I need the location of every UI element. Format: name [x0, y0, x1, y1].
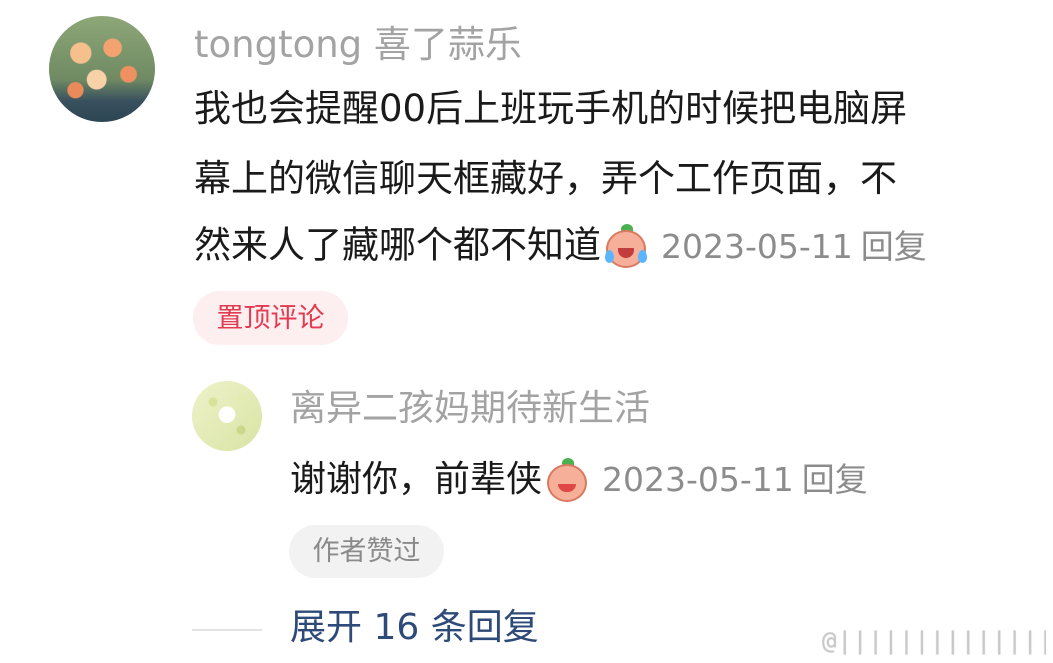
commenter-avatar[interactable]: [49, 16, 155, 122]
comment-date: 2023-05-11: [661, 226, 853, 266]
expand-replies-link[interactable]: 展开 16 条回复: [290, 610, 539, 646]
comment-text-line-1: 我也会提醒00后上班玩手机的时候把电脑屏: [194, 87, 908, 130]
comment-reply-button[interactable]: 回复: [861, 227, 927, 266]
comment-text-line-3-text: 然来人了藏哪个都不知道: [194, 223, 601, 267]
reply-reply-button[interactable]: 回复: [802, 460, 868, 499]
replier-avatar[interactable]: [192, 381, 262, 451]
author-liked-badge: 作者赞过: [289, 525, 444, 578]
replier-username[interactable]: 离异二孩妈期待新生活: [290, 391, 650, 427]
comment-text-line-3: 然来人了藏哪个都不知道 2023-05-11 回复: [194, 224, 927, 270]
laughing-crying-peach-emoji-icon: [603, 224, 649, 270]
reply-text-body: 谢谢你，前辈侠: [290, 459, 543, 500]
reply-text: 谢谢你，前辈侠 2023-05-11 回复: [290, 458, 868, 504]
expand-divider: [192, 629, 262, 631]
commenter-username[interactable]: tongtong 喜了蒜乐: [194, 26, 522, 63]
comment-text-line-2: 幕上的微信聊天框藏好，弄个工作页面，不: [194, 157, 897, 200]
pinned-comment-badge: 置顶评论: [193, 291, 348, 345]
reply-date: 2023-05-11: [602, 460, 794, 499]
salute-peach-emoji-icon: [544, 458, 590, 504]
watermark: @||||||||||||||||||: [822, 627, 1046, 655]
